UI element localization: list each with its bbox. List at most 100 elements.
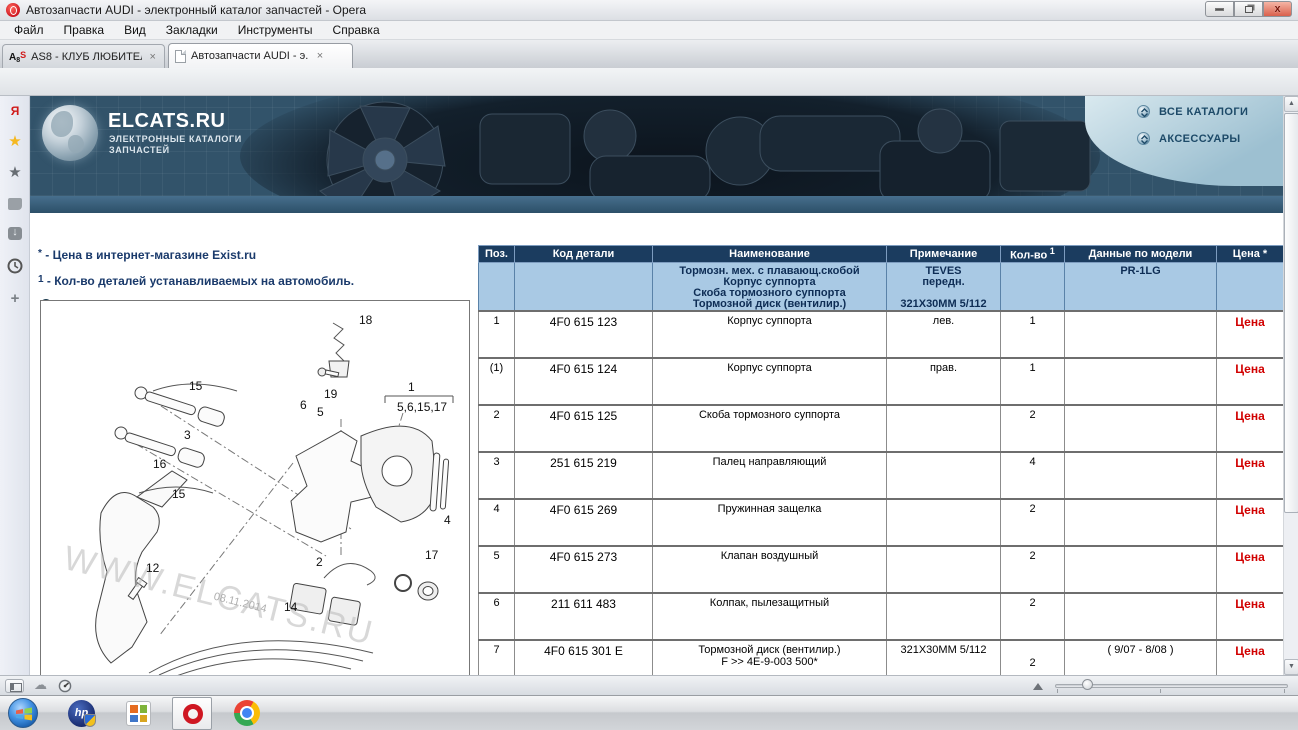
menu-item[interactable]: Файл [4,21,54,40]
col-header: Кол-во 1 [1001,246,1065,263]
part-number-label: 3 [184,428,191,442]
a8-club-favicon: A8S [9,50,26,64]
col-header: Поз. [479,246,515,263]
menu-item[interactable]: Правка [54,21,115,40]
part-number-label: 5,6,15,17 [397,400,447,414]
price-cell: Цена [1217,546,1284,593]
tab-bar: A8S AS8 - КЛУБ ЛЮБИТЕЛ... Автозапчасти AUD… [0,40,1298,68]
price-link[interactable]: Цена [1235,644,1265,658]
model-cell [1065,311,1217,358]
history-clock-icon[interactable] [0,258,30,279]
banner-bottom-strip [30,196,1283,213]
status-bar [0,675,1298,695]
add-panel-icon[interactable]: + [0,290,30,307]
note-cell [887,405,1001,452]
start-button[interactable] [8,698,38,728]
catalog-bullet-icon[interactable] [1137,105,1150,118]
price-link[interactable]: Цена [1235,503,1265,517]
restore-button[interactable] [1234,1,1263,17]
zoom-icon[interactable] [1033,683,1043,690]
col-header: Данные по модели [1065,246,1217,263]
accessories-link[interactable]: АКСЕССУАРЫ [1159,133,1241,145]
tab-label: AS8 - КЛУБ ЛЮБИТЕЛ... [31,51,142,63]
name-cell: Клапан воздушный [653,546,887,593]
empty-cell [515,263,653,312]
part-number-label: 17 [425,548,438,562]
elcats-globe-logo [42,105,98,161]
browser-tab[interactable]: A8S AS8 - КЛУБ ЛЮБИТЕЛ... [2,44,165,68]
scroll-up-icon[interactable] [1284,96,1298,112]
opera-taskbar-button-active[interactable] [172,697,212,730]
model-cell [1065,499,1217,546]
model-cell: ( 9/07 - 8/08 ) [1065,640,1217,675]
menu-bar: ФайлПравкаВидЗакладкиИнструментыСправка [0,21,1298,40]
browser-tab[interactable]: Автозапчасти AUDI - э... [168,43,353,68]
name-cell: Пружинная защелка [653,499,887,546]
windows-taskbar: hp RU 23:43 08.11.2014 [0,695,1298,730]
empty-cell [1001,263,1065,312]
accessories-bullet-icon[interactable] [1137,132,1150,145]
title-bar[interactable]: Автозапчасти AUDI - электронный каталог … [0,0,1298,21]
notes-icon[interactable] [0,197,30,215]
opera-window: Автозапчасти AUDI - электронный каталог … [0,0,1298,730]
empty-cell [479,263,515,312]
price-link[interactable]: Цена [1235,362,1265,376]
tab-close-icon[interactable] [147,51,158,63]
menu-item[interactable]: Справка [323,21,390,40]
price-link[interactable]: Цена [1235,550,1265,564]
media-gallery-icon[interactable] [126,701,151,726]
menu-item[interactable]: Закладки [156,21,228,40]
all-catalogs-link[interactable]: ВСЕ КАТАЛОГИ [1159,106,1248,118]
scrollbar-thumb[interactable] [1284,113,1298,513]
price-link[interactable]: Цена [1235,597,1265,611]
empty-cell [1217,263,1284,312]
name-cell: Корпус суппорта [653,358,887,405]
scroll-down-icon[interactable] [1284,659,1298,675]
chrome-taskbar-icon[interactable] [234,700,260,726]
table-row: 14F0 615 123Корпус суппорталев.1Цена [479,311,1284,358]
code-cell: 251 615 219 [515,452,653,499]
name-cell: Тормозной диск (вентилир.)F >> 4E-9-003 … [653,640,887,675]
table-row: 6211 611 483Колпак, пылезащитный2Цена [479,593,1284,640]
footnote-marker: 1 [38,274,44,285]
code-cell: 4F0 615 301 E [515,640,653,675]
price-cell: Цена [1217,311,1284,358]
group-header-row: Тормозн. мех. с плавающ.скобойКорпус суп… [479,263,1284,312]
code-cell: 4F0 615 124 [515,358,653,405]
menu-item[interactable]: Вид [114,21,156,40]
note-cell [887,546,1001,593]
footnote-marker: * [38,248,42,259]
pos-cell: 1 [479,311,515,358]
price-link[interactable]: Цена [1235,409,1265,423]
name-cell: Палец направляющий [653,452,887,499]
price-link[interactable]: Цена [1235,315,1265,329]
minimize-button[interactable] [1205,1,1234,17]
widgets-star-icon[interactable]: ★ [0,163,30,181]
opera-unite-cloud-icon[interactable] [34,677,47,693]
price-link[interactable]: Цена [1235,456,1265,470]
price-cell: Цена [1217,499,1284,546]
col-header: Наименование [653,246,887,263]
part-number-label: 6 [300,398,307,412]
qty-cell: 2 [1001,546,1065,593]
table-row: 74F0 615 301 EТормозной диск (вентилир.)… [479,640,1284,675]
close-button[interactable] [1263,1,1292,17]
pos-cell: 6 [479,593,515,640]
note-cell [887,593,1001,640]
table-row: 3251 615 219Палец направляющий4Цена [479,452,1284,499]
menu-item[interactable]: Инструменты [228,21,323,40]
window-title: Автозапчасти AUDI - электронный каталог … [26,3,366,17]
bookmarks-icon[interactable]: ★ [0,132,30,150]
parts-diagram[interactable]: WWW.ELCATS.RU 08.11.2014 1819156515,6,15… [40,300,470,675]
price-cell: Цена [1217,640,1284,675]
page-scrollbar[interactable] [1283,96,1298,675]
panel-toggle-button[interactable] [5,679,24,693]
zoom-slider-thumb[interactable] [1082,679,1093,690]
downloads-icon[interactable] [0,227,30,245]
name-cell: Колпак, пылезащитный [653,593,887,640]
price-cell: Цена [1217,452,1284,499]
price-cell: Цена [1217,358,1284,405]
tab-close-icon[interactable] [314,50,326,62]
name-cell: Скоба тормозного суппорта [653,405,887,452]
yandex-panel-icon[interactable]: Я [0,104,30,118]
